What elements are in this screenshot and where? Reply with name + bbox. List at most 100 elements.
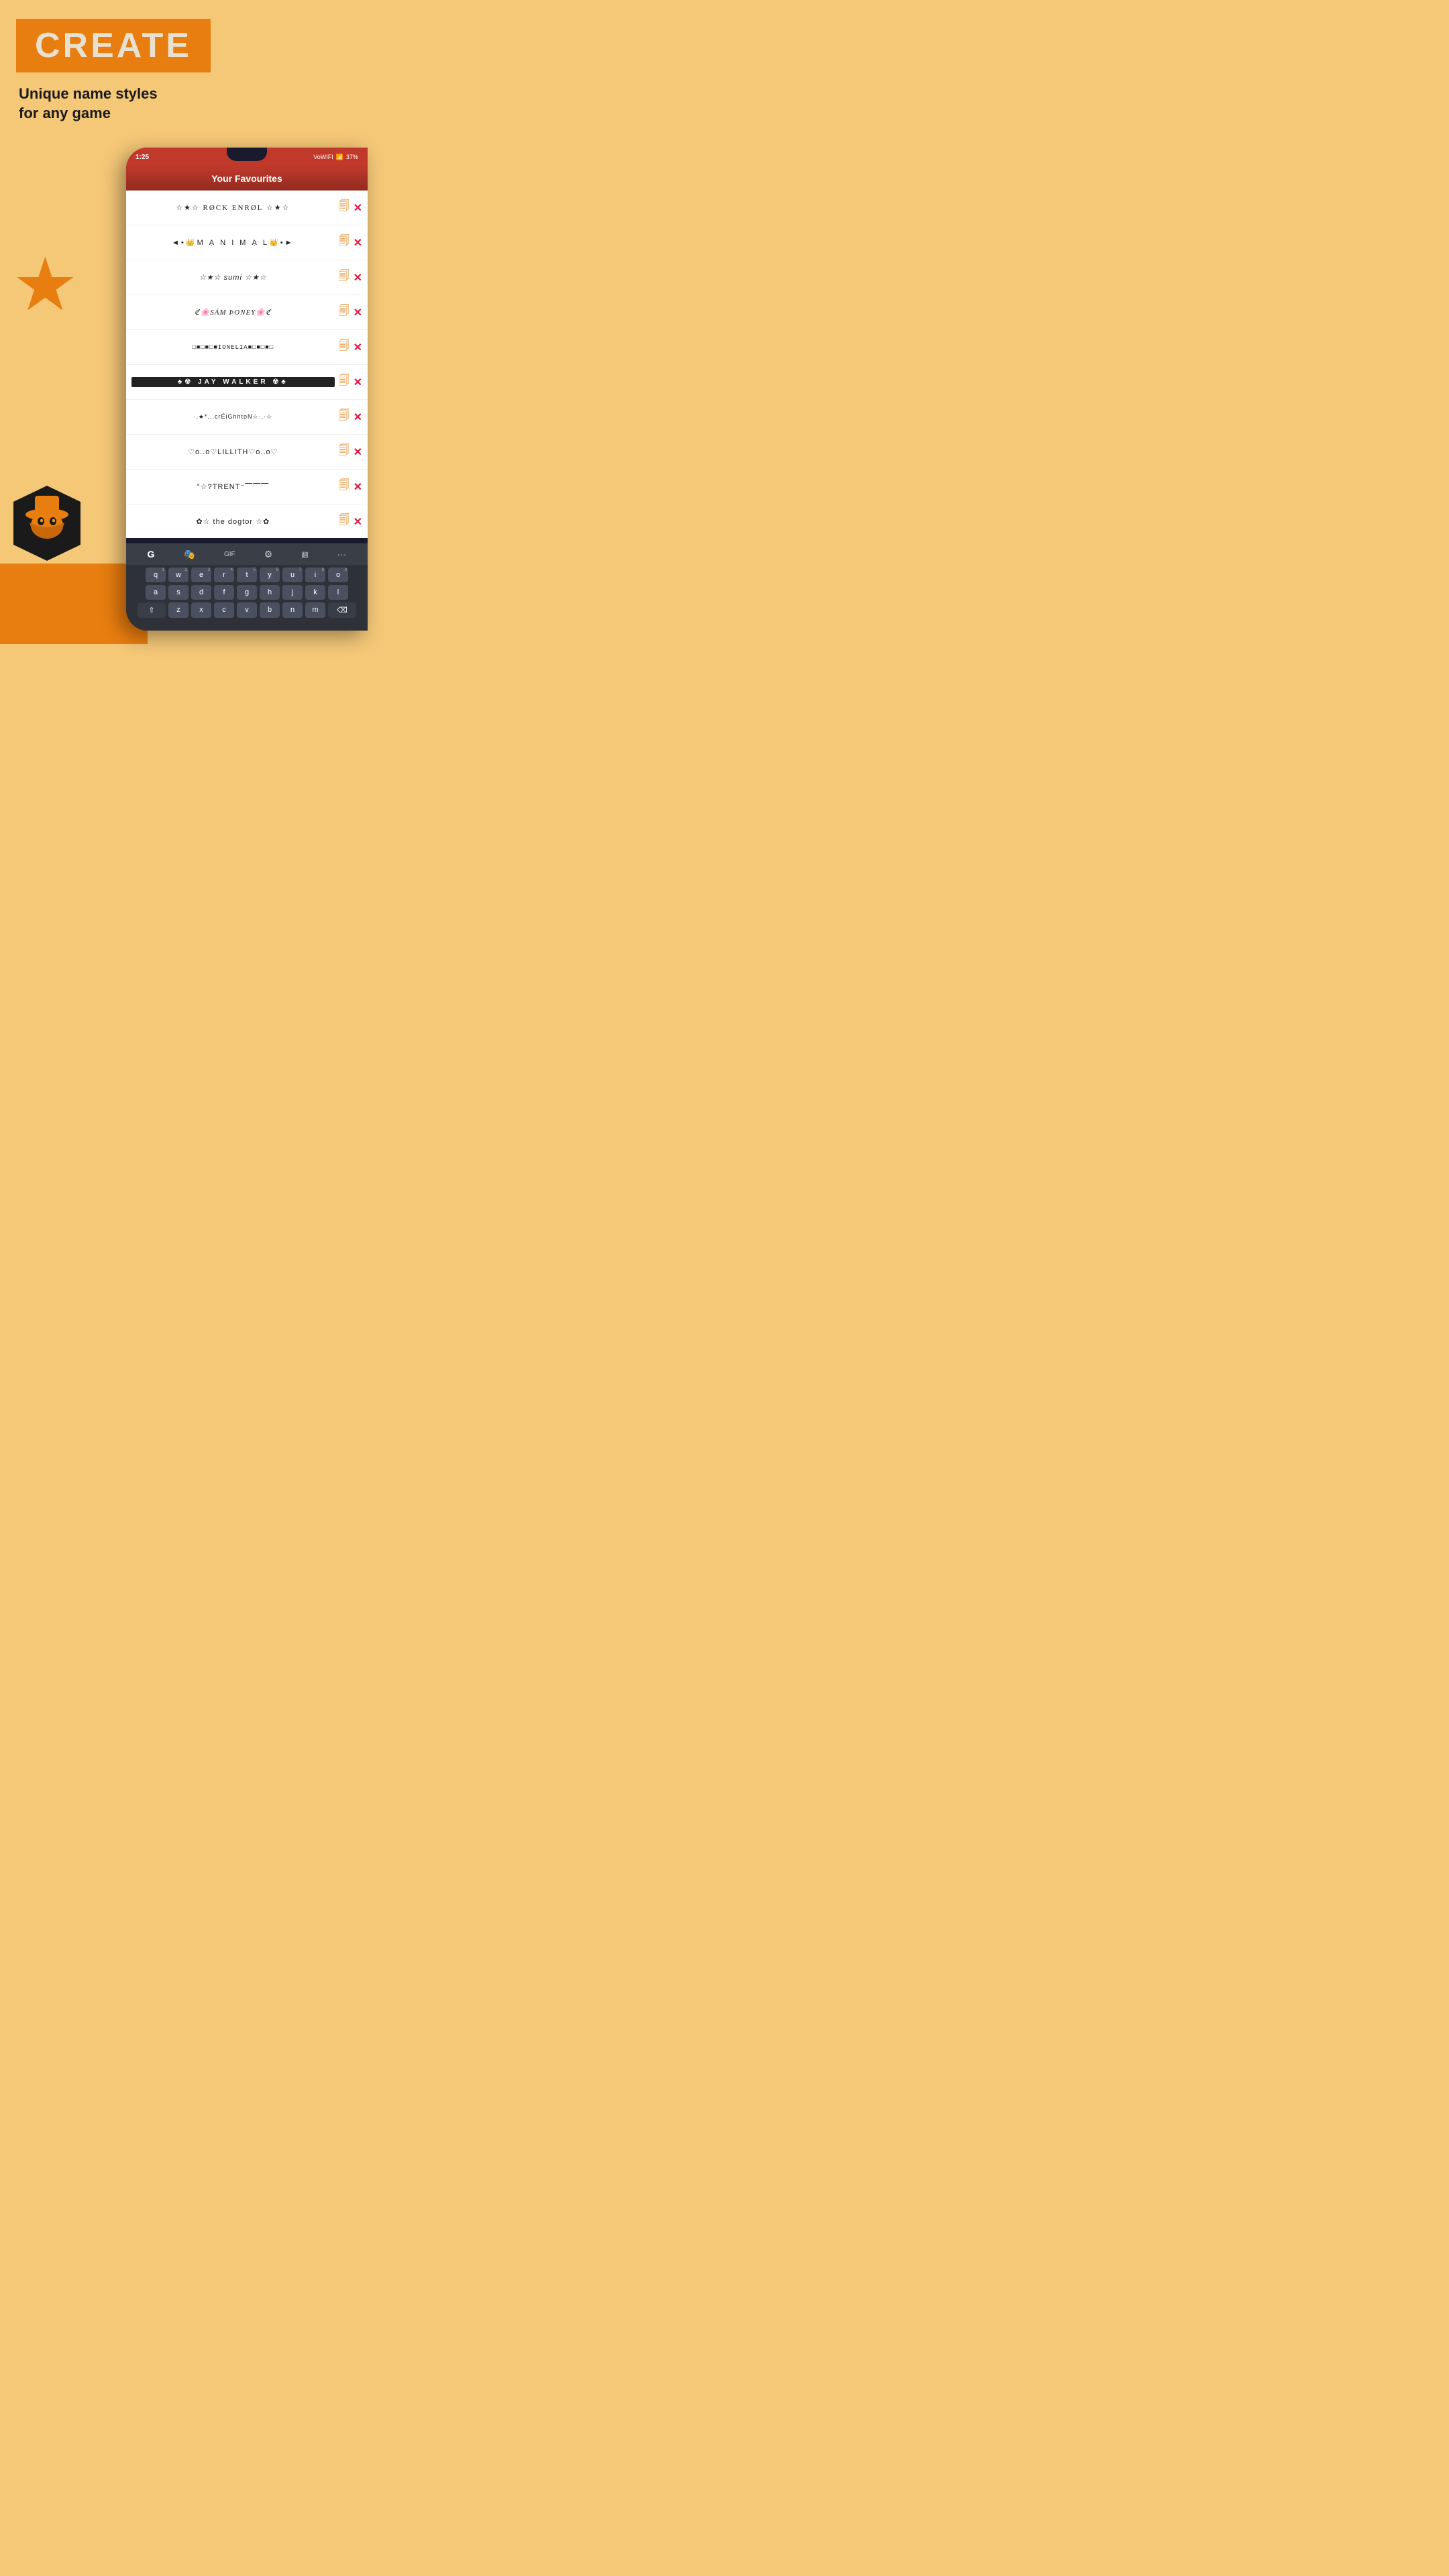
copy-button-9[interactable]: 🗐 [339, 478, 350, 496]
star-decoration: ★ [12, 248, 93, 329]
table-row: °☆?TRENT⁻⎺⎺⎺ 🗐 ✕ [126, 470, 368, 504]
logo-decoration [7, 483, 94, 570]
key-row-2: a s d f g h j k l [130, 585, 364, 600]
delete-button-7[interactable]: ✕ [354, 411, 362, 424]
settings-icon[interactable]: ⚙ [264, 549, 273, 560]
copy-button-3[interactable]: 🗐 [339, 268, 350, 286]
subtitle: Unique name styles for any game [19, 85, 346, 123]
delete-button-5[interactable]: ✕ [354, 341, 362, 354]
fav-name-2: ◄•👑M Ạ N I M Ạ L👑•► [131, 238, 335, 247]
phone-mockup: 1:25 VoWIFI 📶 37% Your Favourites ☆★☆ RØ… [126, 148, 368, 631]
fav-name-9: °☆?TRENT⁻⎺⎺⎺ [131, 482, 335, 492]
delete-button-1[interactable]: ✕ [354, 201, 362, 215]
copy-button-4[interactable]: 🗐 [339, 303, 350, 321]
table-row: ☆★☆ RØCK ENRØL ☆★☆ 🗐 ✕ [126, 191, 368, 225]
status-time: 1:25 [136, 154, 149, 161]
fav-name-7: ·.★*...crÉiGhhtoN☆·.·☆ [131, 413, 335, 421]
copy-button-5[interactable]: 🗐 [339, 338, 350, 356]
more-icon[interactable]: ··· [337, 549, 346, 559]
delete-button-8[interactable]: ✕ [354, 445, 362, 459]
create-title: CREATE [35, 28, 192, 63]
table-row: ♡o..o♡LILLITH♡o..o♡ 🗐 ✕ [126, 435, 368, 470]
table-row: ℭ🌸SÁM ÞONEY🌸ℭ 🗐 ✕ [126, 295, 368, 330]
copy-button-2[interactable]: 🗐 [339, 233, 350, 252]
key-e[interactable]: 3e [191, 568, 211, 582]
key-row-1: 1q 2w 3e 4r 5t 6y 7u 8i 9o [130, 568, 364, 582]
key-u[interactable]: 7u [282, 568, 303, 582]
table-row: ♣☢ JAY WALKER ☢♣ 🗐 ✕ [126, 365, 368, 400]
app-header: Your Favourites [126, 166, 368, 191]
keyboard-area: G 🎭 GIF ⚙ 翻 ··· 1q 2w 3e 4r 5t 6y 7u 8i … [126, 543, 368, 631]
delete-button-3[interactable]: ✕ [354, 271, 362, 284]
status-wifi: VoWIFI [313, 154, 333, 160]
delete-button-6[interactable]: ✕ [354, 376, 362, 389]
table-row: ☆★☆ sumi ☆★☆ 🗐 ✕ [126, 260, 368, 295]
gif-icon[interactable]: GIF [224, 551, 235, 558]
key-f[interactable]: f [214, 585, 234, 600]
key-v[interactable]: v [237, 602, 257, 618]
translate-icon[interactable]: 翻 [301, 549, 308, 559]
phone-notch [227, 148, 267, 161]
fav-name-8: ♡o..o♡LILLITH♡o..o♡ [131, 447, 335, 456]
keyboard-toolbar: G 🎭 GIF ⚙ 翻 ··· [126, 543, 368, 565]
key-a[interactable]: a [146, 585, 166, 600]
copy-button-10[interactable]: 🗐 [339, 513, 350, 531]
backspace-key[interactable]: ⌫ [328, 602, 356, 618]
key-row-3: ⇧ z x c v b n m ⌫ [130, 602, 364, 618]
key-l[interactable]: l [328, 585, 348, 600]
subtitle-line1: Unique name styles [19, 85, 158, 102]
phone-frame: 1:25 VoWIFI 📶 37% Your Favourites ☆★☆ RØ… [126, 148, 368, 631]
key-x[interactable]: x [191, 602, 211, 618]
key-q[interactable]: 1q [146, 568, 166, 582]
star-icon: ★ [12, 248, 93, 322]
key-t[interactable]: 5t [237, 568, 257, 582]
key-y[interactable]: 6y [260, 568, 280, 582]
favourites-list: ☆★☆ RØCK ENRØL ☆★☆ 🗐 ✕ ◄•👑M Ạ N I M Ạ L👑… [126, 191, 368, 538]
screen-title: Your Favourites [136, 173, 358, 184]
create-banner: CREATE [16, 19, 211, 72]
delete-button-4[interactable]: ✕ [354, 306, 362, 319]
delete-button-9[interactable]: ✕ [354, 480, 362, 494]
app-logo-icon [7, 483, 87, 564]
key-b[interactable]: b [260, 602, 280, 618]
copy-button-6[interactable]: 🗐 [339, 373, 350, 391]
top-section: CREATE Unique name styles for any game [0, 0, 362, 133]
key-k[interactable]: k [305, 585, 325, 600]
copy-button-7[interactable]: 🗐 [339, 408, 350, 426]
fav-name-10: ✿☆ the dogtor ☆✿ [131, 517, 335, 526]
delete-button-2[interactable]: ✕ [354, 236, 362, 250]
key-z[interactable]: z [168, 602, 189, 618]
key-r[interactable]: 4r [214, 568, 234, 582]
key-h[interactable]: h [260, 585, 280, 600]
fav-name-6: ♣☢ JAY WALKER ☢♣ [131, 377, 335, 387]
copy-button-1[interactable]: 🗐 [339, 199, 350, 217]
subtitle-line2: for any game [19, 105, 111, 121]
fav-name-5: □■□■□■IONELIA■□■□■□ [131, 344, 335, 351]
fav-name-1: ☆★☆ RØCK ENRØL ☆★☆ [131, 203, 335, 212]
bottom-orange-bg [0, 564, 148, 644]
copy-button-8[interactable]: 🗐 [339, 443, 350, 461]
fav-name-4: ℭ🌸SÁM ÞONEY🌸ℭ [131, 308, 335, 317]
keyboard-rows: 1q 2w 3e 4r 5t 6y 7u 8i 9o a s d f g h [126, 565, 368, 623]
table-row: ·.★*...crÉiGhhtoN☆·.·☆ 🗐 ✕ [126, 400, 368, 435]
key-g[interactable]: g [237, 585, 257, 600]
key-d[interactable]: d [191, 585, 211, 600]
key-o[interactable]: 9o [328, 568, 348, 582]
key-m[interactable]: m [305, 602, 325, 618]
key-s[interactable]: s [168, 585, 189, 600]
key-w[interactable]: 2w [168, 568, 189, 582]
google-icon[interactable]: G [148, 549, 155, 559]
status-battery: 37% [346, 154, 358, 160]
table-row: □■□■□■IONELIA■□■□■□ 🗐 ✕ [126, 330, 368, 365]
key-n[interactable]: n [282, 602, 303, 618]
shift-key[interactable]: ⇧ [138, 602, 166, 618]
fav-name-3: ☆★☆ sumi ☆★☆ [131, 273, 335, 282]
table-row: ◄•👑M Ạ N I M Ạ L👑•► 🗐 ✕ [126, 225, 368, 260]
delete-button-10[interactable]: ✕ [354, 515, 362, 529]
key-c[interactable]: c [214, 602, 234, 618]
table-row: ✿☆ the dogtor ☆✿ 🗐 ✕ [126, 504, 368, 538]
status-signal-icon: 📶 [336, 154, 343, 161]
key-j[interactable]: j [282, 585, 303, 600]
key-i[interactable]: 8i [305, 568, 325, 582]
emoji-icon[interactable]: 🎭 [183, 549, 195, 560]
